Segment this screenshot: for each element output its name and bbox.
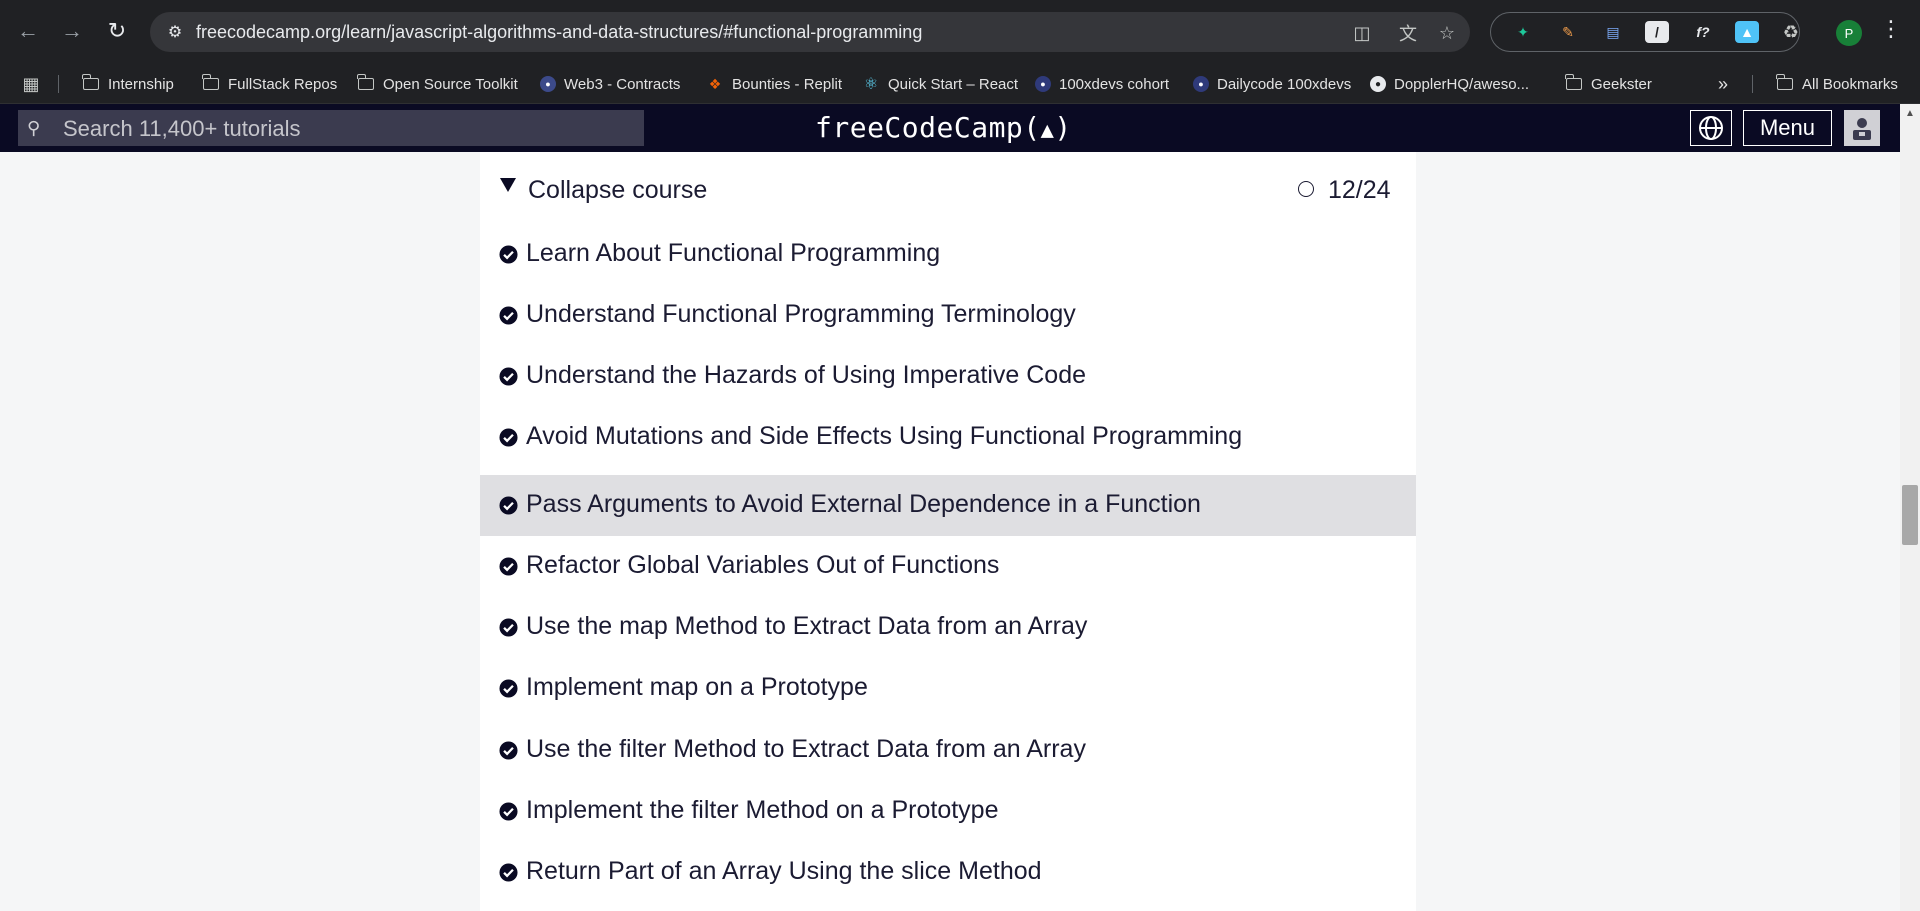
folder-icon: [357, 74, 375, 92]
globe-icon: [1699, 116, 1723, 140]
translate-icon[interactable]: 文: [1396, 21, 1420, 45]
extension-image-icon[interactable]: ▲: [1735, 21, 1759, 43]
lesson-item[interactable]: Learn About Functional Programming: [480, 224, 1416, 285]
progress-count: 12/24: [1328, 176, 1391, 204]
user-icon: [1853, 118, 1871, 140]
lesson-item[interactable]: Refactor Global Variables Out of Functio…: [480, 536, 1416, 597]
lesson-label: Return Part of an Array Using the slice …: [526, 857, 1042, 885]
progress-circle-icon: [1298, 181, 1314, 197]
replit-icon: ❖: [708, 75, 722, 92]
fcc-navbar: ⚲ freeCodeCamp(▲) Menu: [0, 104, 1920, 152]
bookmark-all-bookmarks[interactable]: All Bookmarks: [1776, 73, 1898, 95]
bookmark-star-icon[interactable]: ☆: [1435, 21, 1459, 45]
bookmark-bounties-replit[interactable]: ❖ Bounties - Replit: [706, 73, 842, 95]
lesson-item[interactable]: Implement map on a Prototype: [480, 658, 1416, 719]
search-input[interactable]: [61, 115, 625, 143]
scrollbar-thumb[interactable]: [1902, 485, 1918, 545]
check-circle-icon: [499, 496, 518, 515]
lesson-label: Use the filter Method to Extract Data fr…: [526, 735, 1086, 763]
caret-down-icon: [500, 178, 516, 192]
folder-icon: [82, 74, 100, 92]
lesson-label: Implement map on a Prototype: [526, 673, 868, 701]
bookmark-open-source-toolkit[interactable]: Open Source Toolkit: [357, 73, 518, 95]
extension-docs-icon[interactable]: ▤: [1601, 21, 1625, 43]
folder-icon: [202, 74, 220, 92]
lesson-item[interactable]: Implement the filter Method on a Prototy…: [480, 781, 1416, 842]
lesson-item[interactable]: Avoid Mutations and Side Effects Using F…: [480, 407, 1416, 468]
lesson-label: Use the map Method to Extract Data from …: [526, 612, 1088, 640]
lesson-label: Implement the filter Method on a Prototy…: [526, 796, 999, 824]
site-info-icon[interactable]: ⚙: [164, 21, 186, 43]
more-bookmarks-icon[interactable]: »: [1718, 73, 1728, 95]
lesson-item[interactable]: Return Part of an Array Using the slice …: [480, 842, 1416, 903]
browser-toolbar: ← → ↻ ⚙ freecodecamp.org/learn/javascrip…: [0, 0, 1920, 64]
bookmarks-bar: ▦ Internship FullStack Repos Open Source…: [0, 64, 1920, 104]
lesson-item-active[interactable]: Pass Arguments to Avoid External Depende…: [480, 475, 1416, 536]
check-circle-icon: [499, 306, 518, 325]
check-circle-icon: [499, 367, 518, 386]
search-box: ⚲: [18, 110, 644, 146]
lesson-label: Learn About Functional Programming: [526, 239, 941, 267]
install-app-icon[interactable]: ◫: [1350, 21, 1374, 45]
lesson-label: Pass Arguments to Avoid External Depende…: [526, 490, 1201, 518]
bookmark-geekster[interactable]: Geekster: [1565, 73, 1652, 95]
bookmark-100xdevs-cohort[interactable]: ● 100xdevs cohort: [1035, 73, 1169, 95]
check-circle-icon: [499, 802, 518, 821]
lesson-label: Avoid Mutations and Side Effects Using F…: [526, 422, 1243, 450]
extensions-puzzle-icon[interactable]: ♻: [1779, 21, 1803, 43]
react-icon: ⚛: [863, 76, 879, 93]
github-icon: ●: [1370, 76, 1386, 92]
bookmarks-divider: [58, 75, 59, 93]
extension-pen-icon[interactable]: ✎: [1556, 21, 1580, 43]
check-circle-icon: [499, 557, 518, 576]
collapse-course-toggle[interactable]: Collapse course 12/24: [480, 152, 1416, 224]
reload-icon[interactable]: ↻: [101, 15, 133, 47]
check-circle-icon: [499, 618, 518, 637]
lesson-item[interactable]: Use the filter Method to Extract Data fr…: [480, 720, 1416, 781]
lesson-item[interactable]: Understand the Hazards of Using Imperati…: [480, 346, 1416, 407]
folder-icon: [1776, 74, 1794, 92]
lesson-item[interactable]: Use the map Method to Extract Data from …: [480, 597, 1416, 658]
check-circle-icon: [499, 428, 518, 447]
bookmark-internship[interactable]: Internship: [82, 73, 174, 95]
user-avatar[interactable]: [1844, 110, 1880, 146]
menu-button[interactable]: Menu: [1743, 110, 1832, 146]
site-favicon-icon: ●: [540, 76, 556, 92]
bookmarks-divider: [1752, 75, 1753, 93]
back-icon[interactable]: ←: [12, 15, 44, 47]
collapse-course-label: Collapse course: [528, 176, 708, 204]
url-text[interactable]: freecodecamp.org/learn/javascript-algori…: [196, 22, 922, 43]
address-bar[interactable]: ⚙ freecodecamp.org/learn/javascript-algo…: [150, 12, 1470, 52]
lesson-label: Understand the Hazards of Using Imperati…: [526, 361, 1087, 389]
check-circle-icon: [499, 245, 518, 264]
check-circle-icon: [499, 679, 518, 698]
profile-avatar[interactable]: P: [1836, 20, 1862, 46]
bookmark-web3-contracts[interactable]: ● Web3 - Contracts: [540, 73, 680, 95]
browser-menu-icon[interactable]: ⋮: [1880, 16, 1902, 42]
lesson-item[interactable]: Understand Functional Programming Termin…: [480, 285, 1416, 346]
bookmark-quick-start-react[interactable]: ⚛ Quick Start – React: [862, 73, 1018, 95]
site-favicon-icon: ●: [1035, 76, 1051, 92]
fcc-logo[interactable]: freeCodeCamp(▲): [815, 111, 1072, 144]
folder-icon: [1565, 74, 1583, 92]
bookmark-dailycode-100xdevs[interactable]: ● Dailycode 100xdevs: [1193, 73, 1351, 95]
check-circle-icon: [499, 863, 518, 882]
scroll-up-arrow-icon[interactable]: ▲: [1900, 106, 1920, 120]
bookmark-fullstack-repos[interactable]: FullStack Repos: [202, 73, 337, 95]
course-panel: Collapse course 12/24 Learn About Functi…: [480, 152, 1416, 911]
extension-function-icon[interactable]: f?: [1691, 21, 1715, 43]
lesson-label: Understand Functional Programming Termin…: [526, 300, 1076, 328]
check-circle-icon: [499, 741, 518, 760]
apps-grid-icon[interactable]: ▦: [22, 73, 40, 95]
language-button[interactable]: [1690, 110, 1732, 146]
search-icon: ⚲: [27, 118, 41, 138]
forward-icon[interactable]: →: [56, 15, 88, 47]
extensions-group: ✦ ✎ ▤ / f? ▲ ♻: [1490, 12, 1800, 52]
extension-bird-icon[interactable]: ✦: [1511, 21, 1535, 43]
extension-slash-icon[interactable]: /: [1645, 21, 1669, 43]
site-favicon-icon: ●: [1193, 76, 1209, 92]
flame-icon: ▲: [1040, 118, 1055, 143]
lesson-label: Refactor Global Variables Out of Functio…: [526, 551, 1000, 579]
bookmark-dopplerhq[interactable]: ● DopplerHQ/aweso...: [1370, 73, 1529, 95]
